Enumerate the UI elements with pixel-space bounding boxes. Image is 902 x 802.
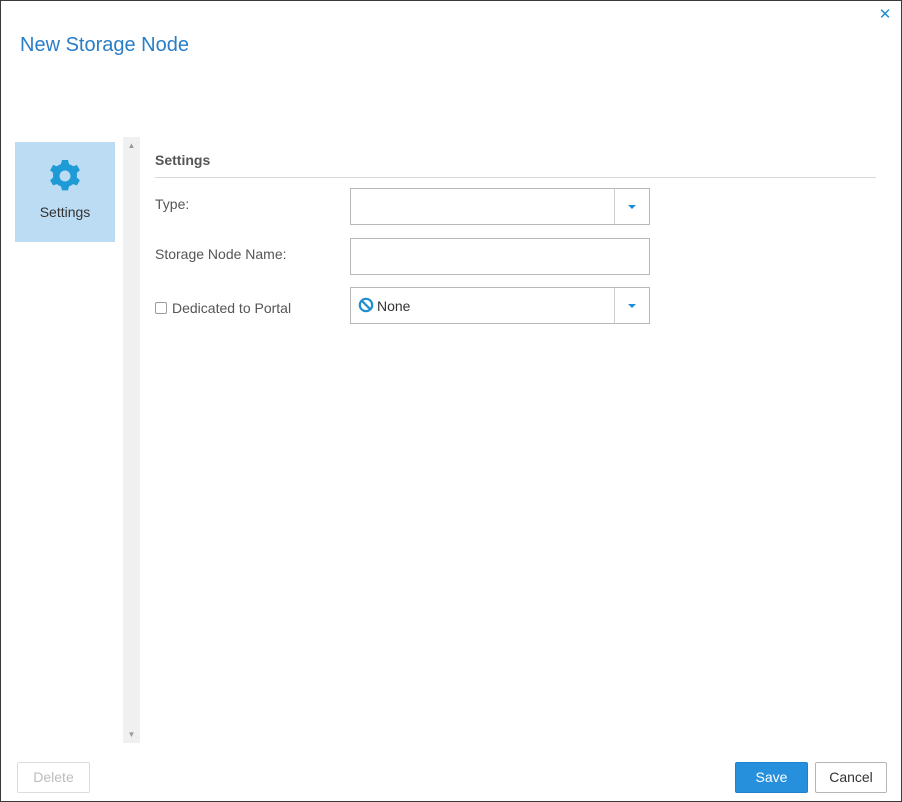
save-button[interactable]: Save	[735, 762, 808, 793]
dialog-title: New Storage Node	[20, 34, 189, 56]
dedicated-to-portal-checkbox[interactable]	[155, 302, 167, 314]
section-title: Settings	[155, 152, 211, 168]
storage-node-name-label: Storage Node Name:	[155, 246, 287, 262]
scroll-down-arrow-icon[interactable]: ▼	[123, 726, 140, 743]
form-scrollbar[interactable]: ▲ ▼	[123, 137, 140, 743]
gear-icon	[50, 160, 80, 191]
new-storage-node-dialog: ✕ New Storage Node Settings ▲ ▼ Settings…	[0, 0, 902, 802]
chevron-down-icon	[628, 304, 636, 308]
chevron-down-icon	[628, 205, 636, 209]
cancel-button[interactable]: Cancel	[815, 762, 887, 793]
storage-node-name-input[interactable]	[350, 238, 650, 275]
close-icon[interactable]: ✕	[878, 7, 892, 22]
portal-select[interactable]: None	[350, 287, 650, 324]
dedicated-to-portal-label: Dedicated to Portal	[172, 300, 292, 316]
section-divider	[155, 177, 876, 178]
nav-item-settings[interactable]: Settings	[15, 142, 115, 242]
delete-button[interactable]: Delete	[17, 762, 90, 793]
type-label: Type:	[155, 196, 190, 212]
nav-item-settings-label: Settings	[39, 204, 91, 220]
none-icon	[358, 297, 374, 313]
scroll-up-arrow-icon[interactable]: ▲	[123, 137, 140, 154]
type-select[interactable]	[350, 188, 650, 225]
portal-select-value: None	[377, 298, 411, 314]
